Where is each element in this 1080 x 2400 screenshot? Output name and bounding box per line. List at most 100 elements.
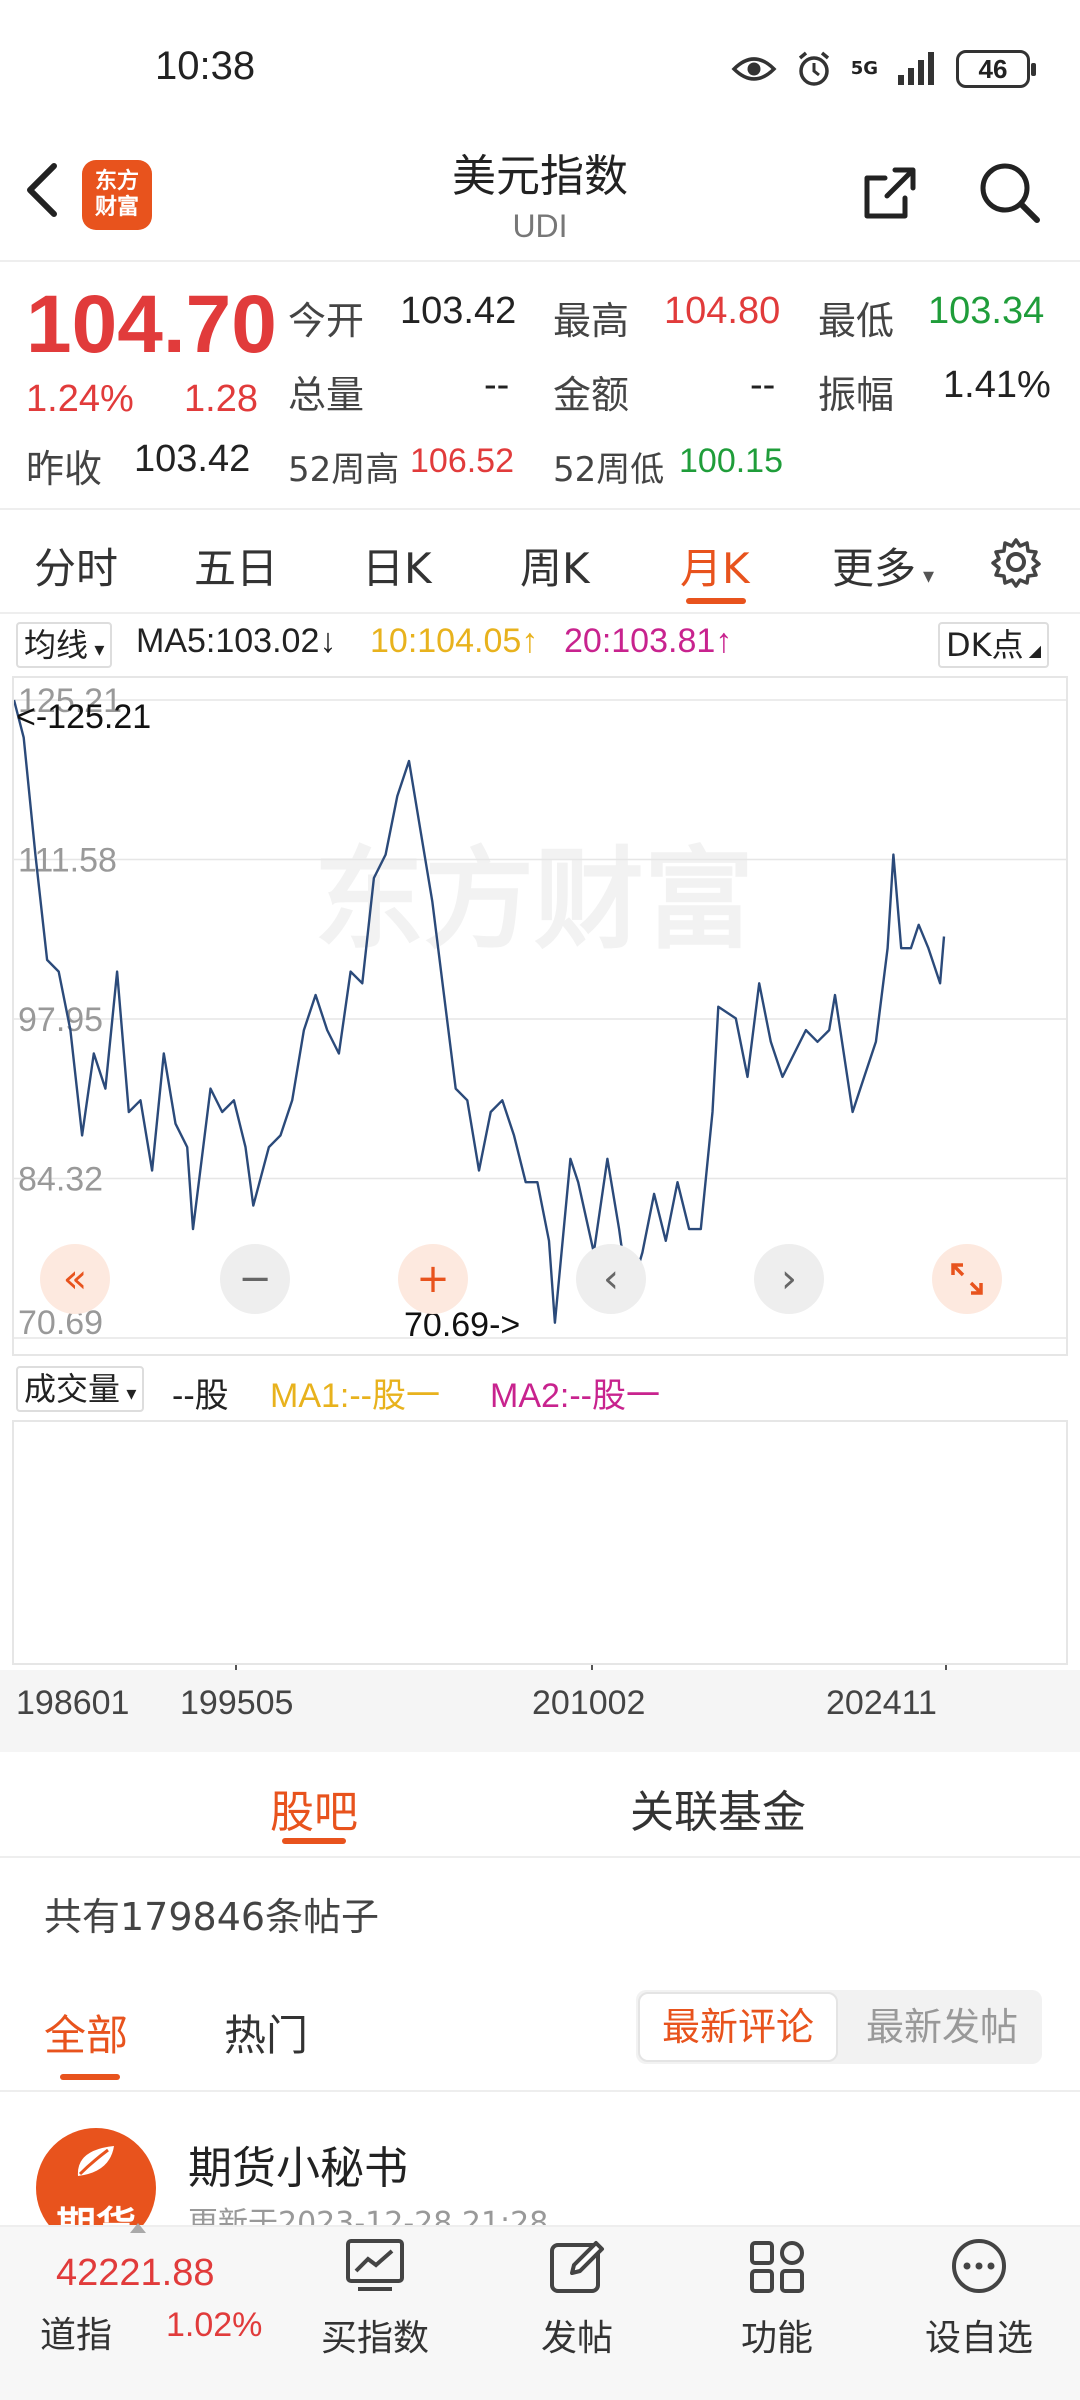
tab-intraday[interactable]: 分时 xyxy=(34,535,118,596)
tab-related-funds[interactable]: 关联基金 xyxy=(630,1776,806,1840)
amplitude-label: 振幅 xyxy=(818,373,895,417)
scroll-right-button[interactable]: › xyxy=(754,1244,824,1314)
ma-selector-label: 均线 xyxy=(24,626,89,664)
price-chart-svg: 东方财富 125.21111.5897.9584.3270.69 <-125.2… xyxy=(14,682,1066,1344)
ma5-value: MA5:103.02↓ xyxy=(136,622,337,660)
amplitude-value: 1.41% xyxy=(943,364,1051,406)
change-percent: 1.24% xyxy=(26,378,134,420)
zoom-out-button[interactable]: − xyxy=(220,1244,290,1314)
sort-toggle: 最新评论 最新发帖 xyxy=(636,1990,1042,2064)
sort-latest-comment[interactable]: 最新评论 xyxy=(638,1992,838,2062)
expand-ticker-icon[interactable] xyxy=(130,2218,146,2233)
eye-icon xyxy=(731,57,777,81)
community-divider xyxy=(0,1856,1080,1858)
post-count: 共有179846条帖子 xyxy=(44,1895,380,1939)
volume-selector-label: 成交量 xyxy=(24,1370,121,1408)
active-tab-indicator xyxy=(686,598,746,604)
chevron-right-icon: › xyxy=(781,1256,797,1302)
volume-label: 总量 xyxy=(288,373,365,417)
chart-trend-icon xyxy=(346,2239,404,2291)
high-value: 104.80 xyxy=(664,290,781,332)
ticker-value[interactable]: 42221.88 xyxy=(56,2252,215,2295)
ticker-name[interactable]: 道指 xyxy=(40,2306,112,2358)
quote-divider xyxy=(0,508,1080,510)
tab-guba[interactable]: 股吧 xyxy=(270,1776,358,1840)
volume-value: -- xyxy=(484,364,510,406)
filter-all[interactable]: 全部 xyxy=(44,2002,128,2063)
search-icon[interactable] xyxy=(975,158,1045,228)
signal-icon xyxy=(898,52,934,85)
nav-add-watchlist-label: 设自选 xyxy=(924,2318,1033,2359)
open-label: 今开 xyxy=(288,299,365,343)
y-axis-tick-label: 84.32 xyxy=(18,1161,103,1199)
w52-high-value: 106.52 xyxy=(410,442,514,480)
dk-label: DK点 xyxy=(946,626,1024,664)
amount-value: -- xyxy=(750,364,776,406)
sort-latest-post[interactable]: 最新发帖 xyxy=(844,1992,1040,2062)
ma20-value: 20:103.81↑ xyxy=(564,622,733,660)
nav-buy-index[interactable]: 买指数 xyxy=(300,2235,450,2361)
leaf-logo-icon xyxy=(77,2146,114,2176)
nav-add-watchlist[interactable]: 设自选 xyxy=(904,2235,1054,2361)
filter-divider xyxy=(0,2090,1080,2092)
alarm-icon xyxy=(798,51,829,86)
caret-down-icon: ▾ xyxy=(916,564,935,589)
nav-functions[interactable]: 功能 xyxy=(702,2235,852,2361)
nav-post[interactable]: 发帖 xyxy=(502,2235,652,2361)
amount-label: 金额 xyxy=(553,373,630,417)
dk-point-toggle[interactable]: DK点 ◢ xyxy=(938,622,1050,668)
ma-selector[interactable]: 均线 ▾ xyxy=(16,622,113,668)
status-time: 10:38 xyxy=(155,44,256,88)
volume-selector[interactable]: 成交量 ▾ xyxy=(16,1366,145,1412)
share-icon[interactable] xyxy=(855,158,925,228)
x-axis-label-start: 198601 xyxy=(16,1684,130,1722)
double-left-icon: « xyxy=(62,1256,88,1302)
tab-weekly-k[interactable]: 周K xyxy=(520,535,590,596)
post-author[interactable]: 期货小秘书 xyxy=(188,2132,408,2196)
chevron-left-icon: ‹ xyxy=(603,1256,619,1302)
nav-post-label: 发帖 xyxy=(540,2318,613,2359)
scroll-left-fast-button[interactable]: « xyxy=(40,1244,110,1314)
tab-five-day[interactable]: 五日 xyxy=(194,535,278,596)
open-value: 103.42 xyxy=(400,290,517,332)
corner-triangle-icon: ◢ xyxy=(1023,641,1042,660)
expand-icon xyxy=(951,1263,983,1295)
network-label: 5G xyxy=(850,58,878,79)
ma10-value: 10:104.05↑ xyxy=(370,622,539,660)
watermark: 东方财富 xyxy=(314,836,754,964)
status-icons: 5G 46 xyxy=(731,50,1036,88)
low-value: 103.34 xyxy=(928,290,1045,332)
caret-down-icon: ▾ xyxy=(88,637,105,661)
battery-icon: 46 xyxy=(956,50,1036,88)
scroll-left-button[interactable]: ‹ xyxy=(576,1244,646,1314)
prev-close-label: 昨收 xyxy=(26,447,103,491)
volume-ma2: MA2:--股一 xyxy=(490,1377,660,1415)
network-type: 5G xyxy=(850,58,878,79)
ticker-change[interactable]: 1.02% xyxy=(166,2306,262,2345)
high-label: 最高 xyxy=(553,299,630,343)
tab-more-label: 更多 xyxy=(832,544,917,593)
volume-chart[interactable] xyxy=(12,1420,1068,1665)
tab-daily-k[interactable]: 日K xyxy=(362,535,432,596)
y-axis-tick-label: 97.95 xyxy=(18,1001,103,1039)
kline-chart[interactable]: 东方财富 125.21 111.58 97.95 84.32 70.69 <-125.2… xyxy=(12,676,1068,1356)
price-series-line xyxy=(14,699,946,1324)
zoom-in-button[interactable]: + xyxy=(398,1244,468,1314)
nav-buy-index-label: 买指数 xyxy=(320,2318,429,2359)
x-axis-label: 202411 xyxy=(826,1684,937,1722)
change-value: 1.28 xyxy=(184,378,258,420)
grid-apps-icon xyxy=(750,2241,804,2293)
x-axis-label: 199505 xyxy=(180,1684,294,1722)
tab-monthly-k[interactable]: 月K xyxy=(680,535,750,596)
fullscreen-button[interactable] xyxy=(932,1244,1002,1314)
battery-level: 46 xyxy=(978,53,1008,84)
max-price-marker: <-125.21 xyxy=(16,698,151,736)
filter-hot[interactable]: 热门 xyxy=(224,2002,308,2063)
minus-icon: − xyxy=(238,1256,272,1302)
tabs-divider xyxy=(0,612,1080,614)
edit-icon xyxy=(550,2241,604,2293)
settings-gear-icon[interactable] xyxy=(990,536,1042,588)
w52-low-value: 100.15 xyxy=(679,442,783,480)
current-price: 104.70 xyxy=(26,279,277,370)
tab-more[interactable]: 更多 ▾ xyxy=(832,535,934,596)
